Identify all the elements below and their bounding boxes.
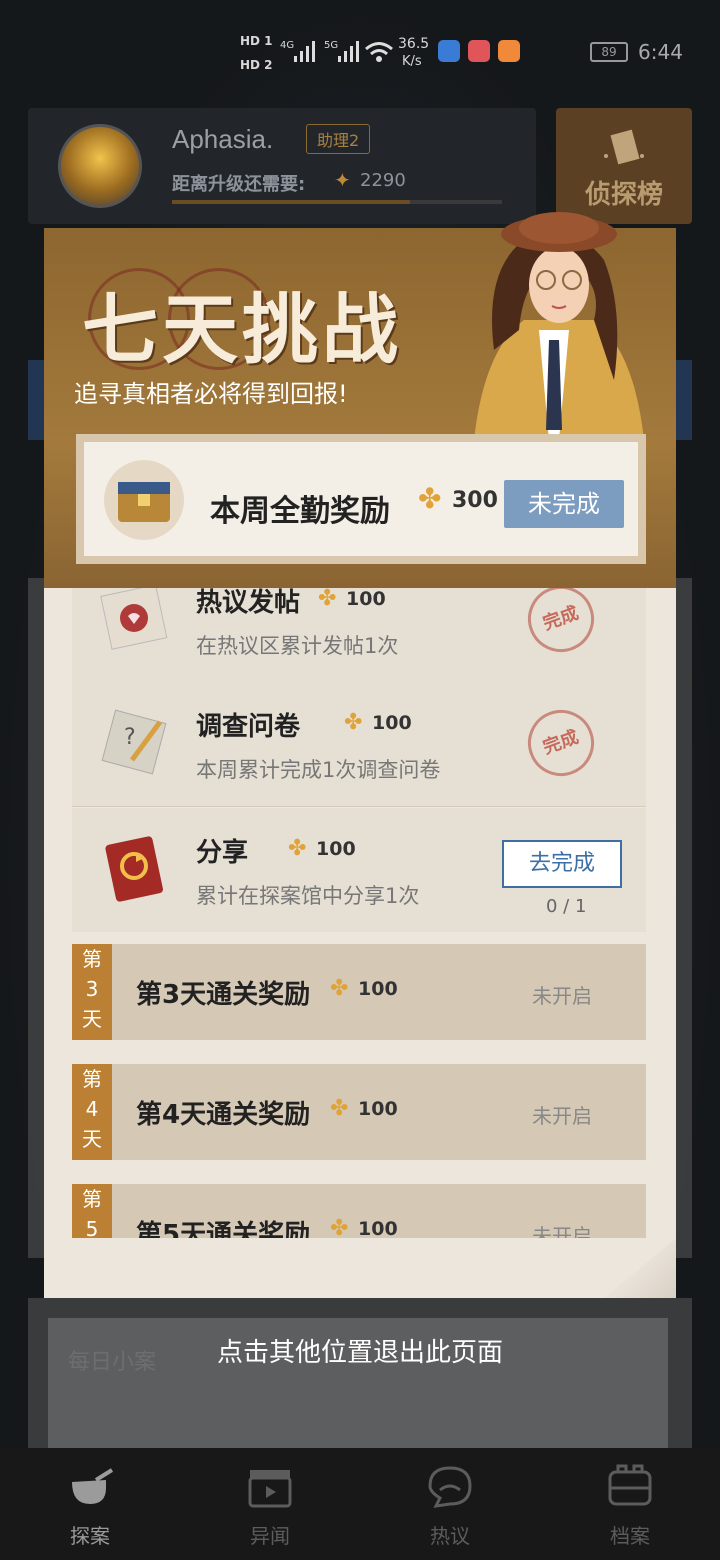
task-title: 调查问卷 (196, 712, 301, 742)
day-reward-status: 未开启 (532, 1104, 592, 1128)
modal-header: 七天挑战 追寻真相者必将得到回报! 本周全勤奖励 ✤ 300 未完成 (44, 212, 676, 588)
level-progress-fill (172, 200, 410, 204)
nav-label: 档案 (610, 1524, 650, 1548)
chest-graphic (118, 482, 170, 522)
day-reward-title: 第4天通关奖励 (136, 1100, 311, 1130)
clock: 6:44 (638, 40, 683, 64)
day-reward-points: 100 (358, 1098, 398, 1120)
day-tag: 第 4 天 (72, 1064, 112, 1160)
share-card-icon (105, 836, 163, 902)
puzzle-icon: ✤ (288, 836, 307, 861)
day-tag-char: 天 (82, 1127, 102, 1151)
clapper-icon (248, 1470, 292, 1508)
pipe-icon (72, 1468, 114, 1504)
net-speed-unit: K/s (402, 54, 422, 69)
completed-stamp: 完成 (518, 700, 604, 786)
go-complete-button[interactable]: 去完成 (502, 840, 622, 888)
wifi-icon (365, 42, 393, 62)
net-speed-value: 36.5 (398, 36, 430, 52)
nav-tab-explore[interactable]: 探案 (0, 1448, 180, 1560)
task-item-share: 分享 ✤ 100 累计在探案馆中分享1次 去完成 0 / 1 (72, 808, 646, 932)
day-reward-row-4: 第 4 天 第4天通关奖励 ✤ 100 未开启 (72, 1064, 646, 1160)
level-label: 距离升级还需要: (172, 174, 306, 195)
detective-girl-illustration (474, 212, 644, 440)
day-reward-title: 第3天通关奖励 (136, 980, 311, 1010)
weekly-reward-inner: 本周全勤奖励 ✤ 300 未完成 (84, 442, 638, 556)
weekly-reward-title: 本周全勤奖励 (210, 494, 390, 529)
folder-icon (608, 1464, 652, 1506)
nav-tab-discussion[interactable]: 热议 (360, 1448, 540, 1560)
day-reward-points: 100 (358, 1218, 398, 1240)
task-item-survey: ? 调查问卷 ✤ 100 本周累计完成1次调查问卷 完成 (72, 682, 646, 807)
task-item-hot-post: 热议发帖 ✤ 100 在热议区累计发帖1次 完成 (72, 588, 646, 683)
signal-icon (294, 41, 315, 62)
status-bar: HD 1 HD 2 4G 5G 36.5 K/s 89 6:44 (0, 0, 720, 100)
level-value: 2290 (360, 170, 406, 191)
task-description: 本周累计完成1次调查问卷 (196, 758, 441, 782)
day-tag-char: 第 (82, 1187, 102, 1211)
signal-icon-2 (338, 41, 359, 62)
day-reward-row-3: 第 3 天 第3天通关奖励 ✤ 100 未开启 (72, 944, 646, 1040)
app-notification-icon (438, 40, 460, 62)
day-tag-number: 4 (85, 1097, 99, 1121)
exit-hint: 点击其他位置退出此页面 (216, 1338, 503, 1368)
weekly-reward-banner: 本周全勤奖励 ✤ 300 未完成 (76, 434, 646, 564)
task-title: 分享 (196, 838, 249, 868)
nav-tab-profile[interactable]: 档案 (540, 1448, 720, 1560)
puzzle-icon: ✤ (418, 482, 442, 515)
avatar[interactable] (58, 124, 142, 208)
nav-tab-stories[interactable]: 异闻 (180, 1448, 360, 1560)
weekly-reward-points: 300 (452, 488, 498, 513)
task-title: 热议发帖 (196, 588, 301, 618)
task-list: 热议发帖 ✤ 100 在热议区累计发帖1次 完成 ? 调查问卷 ✤ 100 本周… (44, 588, 676, 1298)
day-tag: 第 3 天 (72, 944, 112, 1040)
puzzle-icon: ✤ (330, 1096, 349, 1121)
survey-paper-icon: ? (101, 709, 167, 775)
nav-label: 异闻 (250, 1524, 290, 1548)
heart-letter-icon (100, 588, 168, 650)
bottom-nav: 探案 异闻 热议 档案 (0, 1448, 720, 1560)
task-points: 100 (316, 838, 356, 860)
puzzle-icon: ✤ (344, 710, 363, 735)
treasure-chest-icon (104, 460, 184, 540)
hd2-indicator: HD 2 (240, 58, 273, 72)
nav-label: 探案 (70, 1524, 110, 1548)
day-tag-char: 第 (82, 1067, 102, 1091)
book-notification-icon (468, 40, 490, 62)
day-tag-number: 3 (85, 977, 99, 1001)
nav-label: 热议 (430, 1524, 470, 1548)
task-description: 累计在探案馆中分享1次 (196, 884, 420, 908)
seven-day-challenge-modal: 七天挑战 追寻真相者必将得到回报! 本周全勤奖励 ✤ 300 未完成 热议发帖 … (44, 212, 676, 1298)
rank-badge: 助理2 (306, 124, 371, 154)
day-tag-char: 天 (82, 1007, 102, 1031)
hd1-indicator: HD 1 (240, 34, 273, 48)
task-points: 100 (372, 712, 412, 734)
chat-icon (428, 1466, 472, 1508)
completed-stamp: 完成 (518, 588, 604, 662)
puzzle-icon: ✤ (318, 588, 337, 611)
task-points: 100 (346, 588, 386, 610)
puzzle-icon: ✦ (334, 168, 351, 192)
svg-text:?: ? (124, 725, 136, 750)
day-reward-status: 未开启 (532, 984, 592, 1008)
weekly-reward-status-button[interactable]: 未完成 (504, 480, 624, 528)
modal-title: 七天挑战 (82, 285, 402, 374)
task-progress: 0 / 1 (546, 896, 587, 917)
daily-case-card[interactable]: 每日小案 (28, 1298, 692, 1448)
detective-hat-icon (604, 129, 644, 165)
task-description: 在热议区累计发帖1次 (196, 634, 399, 658)
day-tag-char: 第 (82, 947, 102, 971)
heart-notification-icon (498, 40, 520, 62)
puzzle-icon: ✤ (330, 976, 349, 1001)
battery-icon: 89 (590, 42, 628, 62)
modal-subtitle: 追寻真相者必将得到回报! (74, 380, 348, 408)
username: Aphasia. (172, 124, 274, 154)
day-reward-points: 100 (358, 978, 398, 1000)
list-fade (44, 1238, 676, 1298)
